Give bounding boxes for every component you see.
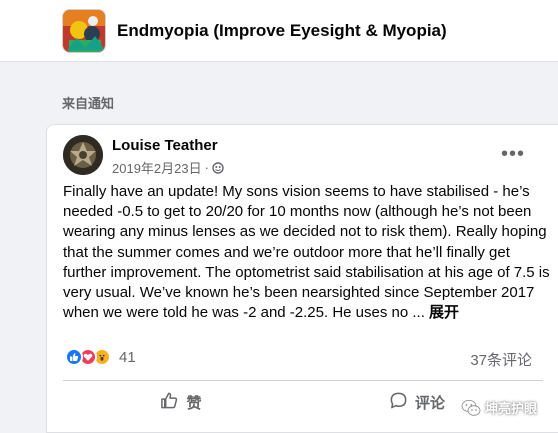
reaction-count: 41 (119, 348, 136, 366)
post-text-content: Finally have an update! My sons vision s… (63, 183, 550, 322)
watermark-text: 坤亮护眼 (485, 401, 538, 416)
comment-icon (389, 391, 408, 414)
author-avatar[interactable] (63, 135, 103, 175)
post-text: Finally have an update! My sons vision s… (63, 182, 551, 323)
thumbs-up-icon (160, 391, 179, 414)
like-icon (65, 348, 83, 366)
more-options-icon: ••• (500, 142, 525, 165)
group-cover-image (63, 10, 105, 52)
comment-label: 评论 (414, 394, 445, 412)
watermark: 坤亮护眼 (461, 398, 537, 417)
globe-icon (212, 161, 224, 174)
like-button[interactable]: 赞 (63, 383, 299, 421)
wechat-icon (461, 399, 481, 417)
group-avatar[interactable] (62, 9, 106, 53)
author-avatar-image (63, 135, 103, 175)
action-divider (63, 380, 543, 381)
group-name[interactable]: Endmyopia (Improve Eyesight & Myopia) (117, 21, 447, 41)
reactions-summary[interactable]: 41 (65, 348, 136, 366)
comment-count[interactable]: 37条评论 (470, 349, 532, 370)
like-label: 赞 (186, 394, 202, 412)
post-meta: 2019年2月23日 · (112, 158, 224, 177)
more-options-button[interactable]: ••• (495, 139, 531, 169)
post-card: Louise Teather 2019年2月23日 · ••• Finally … (46, 124, 558, 433)
section-label: 来自通知 (62, 96, 115, 111)
group-header: Endmyopia (Improve Eyesight & Myopia) (0, 0, 558, 62)
author-name[interactable]: Louise Teather (112, 137, 218, 154)
meta-separator: · (204, 160, 209, 175)
see-more-link[interactable]: 展开 (429, 304, 459, 321)
post-date[interactable]: 2019年2月23日 (112, 158, 202, 177)
